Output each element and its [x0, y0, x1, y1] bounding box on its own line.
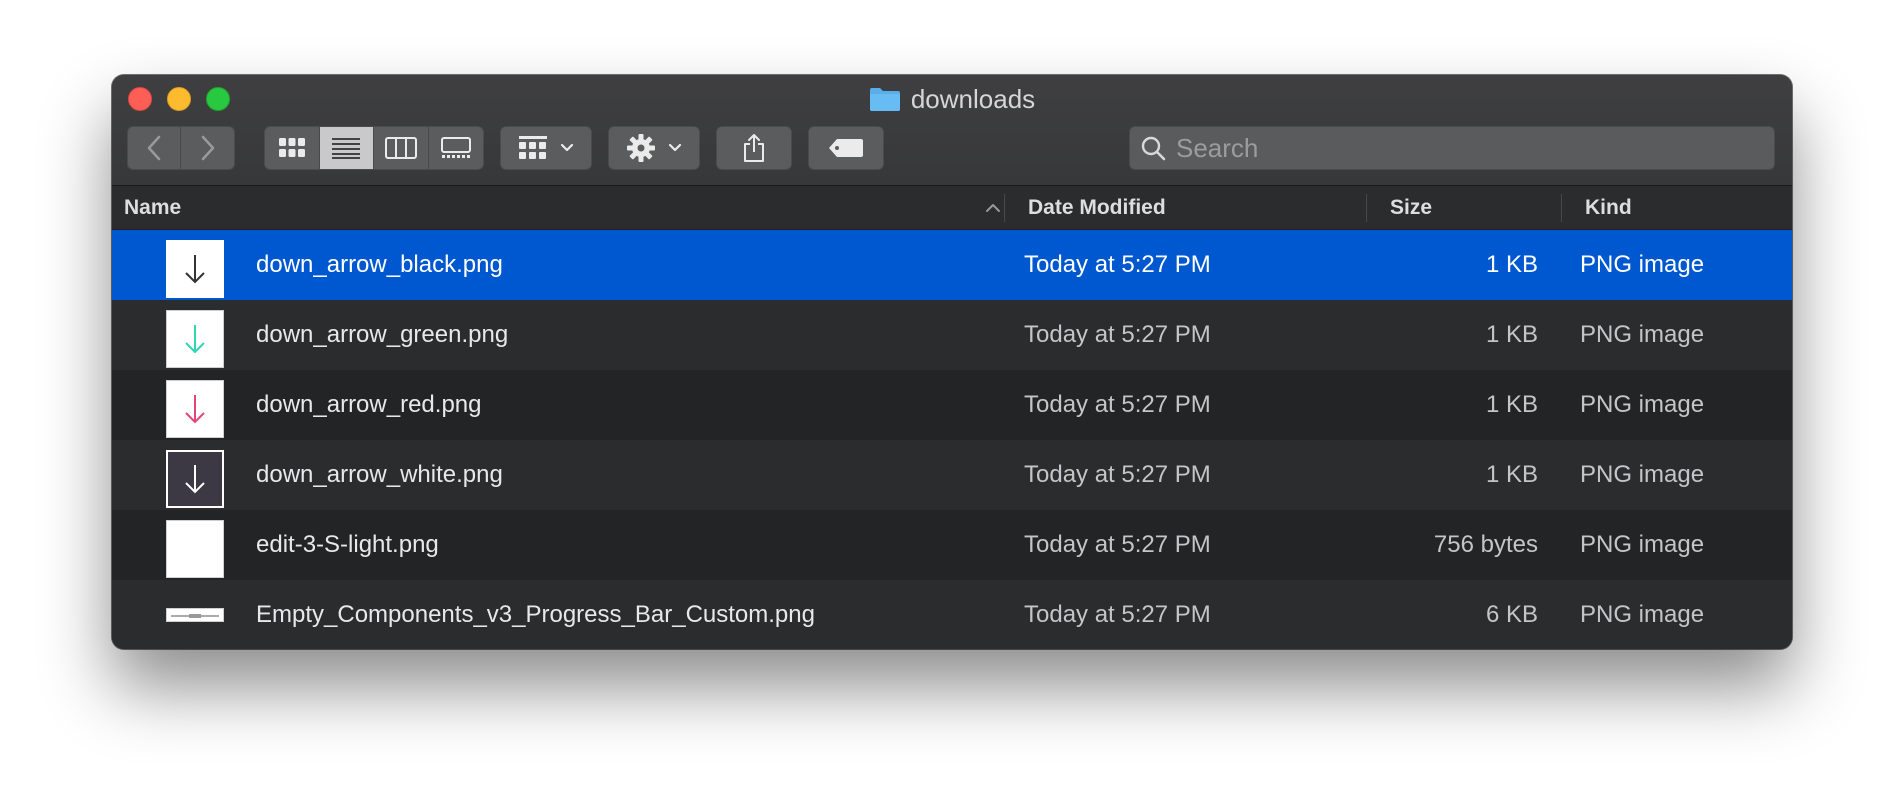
file-date: Today at 5:27 PM — [1024, 251, 1211, 278]
file-date: Today at 5:27 PM — [1024, 531, 1211, 558]
file-row[interactable]: Empty_Components_v3_Progress_Bar_Custom.… — [112, 580, 1792, 649]
file-name: down_arrow_white.png — [256, 461, 503, 488]
finder-window: downloads Search Name Date Modified Size… — [112, 75, 1792, 649]
view-mode-control — [264, 126, 484, 170]
search-input[interactable] — [1174, 131, 1774, 165]
file-size: 6 KB — [1485, 601, 1538, 628]
file-name: edit-3-S-light.png — [256, 531, 439, 558]
group-grid-icon — [519, 136, 547, 159]
file-date: Today at 5:27 PM — [1024, 461, 1211, 488]
search-icon — [1141, 136, 1166, 161]
share-icon — [744, 134, 764, 162]
file-list: down_arrow_black.png Today at 5:27 PM 1 … — [112, 230, 1792, 649]
chevron-down-icon — [560, 143, 574, 152]
column-header: Name Date Modified Size Kind — [112, 186, 1792, 230]
file-kind: PNG image — [1580, 531, 1705, 558]
title-bar: downloads — [112, 75, 1792, 186]
column-header-date[interactable]: Date Modified — [1028, 186, 1166, 229]
chevron-left-icon — [147, 135, 161, 161]
file-kind: PNG image — [1580, 601, 1705, 628]
list-lines-icon — [332, 138, 361, 159]
file-date: Today at 5:27 PM — [1024, 391, 1211, 418]
file-row[interactable]: down_arrow_green.png Today at 5:27 PM 1 … — [112, 300, 1792, 370]
column-date-label: Date Modified — [1028, 195, 1166, 219]
folder-icon — [869, 88, 900, 111]
share-button[interactable] — [716, 126, 792, 170]
blank-image-icon — [166, 520, 224, 578]
down-arrow-black-icon — [166, 240, 224, 298]
column-name-label: Name — [124, 195, 182, 219]
column-divider[interactable] — [1366, 194, 1367, 222]
icon-grid-icon — [278, 138, 305, 157]
file-kind: PNG image — [1580, 391, 1705, 418]
file-name: down_arrow_black.png — [256, 251, 503, 278]
file-name: down_arrow_red.png — [256, 391, 482, 418]
file-size: 1 KB — [1485, 461, 1538, 488]
gallery-icon — [440, 137, 471, 158]
progress-bar-image-icon — [166, 608, 224, 622]
columns-icon — [384, 137, 417, 159]
file-kind: PNG image — [1580, 461, 1705, 488]
column-size-label: Size — [1390, 195, 1433, 219]
tag-icon — [829, 139, 863, 157]
tags-button[interactable] — [808, 126, 884, 170]
down-arrow-green-icon — [166, 310, 224, 368]
gallery-view-button[interactable] — [428, 127, 483, 169]
column-header-kind[interactable]: Kind — [1585, 186, 1632, 229]
file-size: 756 bytes — [1433, 531, 1538, 558]
sort-ascending-icon — [986, 204, 1000, 212]
file-date: Today at 5:27 PM — [1024, 601, 1211, 628]
chevron-down-icon — [668, 143, 682, 152]
group-by-button[interactable] — [500, 126, 592, 170]
file-size: 1 KB — [1485, 321, 1538, 348]
column-view-button[interactable] — [374, 127, 429, 169]
column-divider[interactable] — [1004, 194, 1005, 222]
file-name: Empty_Components_v3_Progress_Bar_Custom.… — [256, 601, 815, 628]
icon-view-button[interactable] — [265, 127, 320, 169]
column-kind-label: Kind — [1585, 195, 1632, 219]
file-row[interactable]: down_arrow_black.png Today at 5:27 PM 1 … — [112, 230, 1792, 300]
chevron-right-icon — [201, 135, 214, 161]
file-kind: PNG image — [1580, 321, 1705, 348]
file-row[interactable]: down_arrow_white.png Today at 5:27 PM 1 … — [112, 440, 1792, 510]
gear-icon — [627, 134, 655, 162]
action-menu-button[interactable] — [608, 126, 700, 170]
file-size: 1 KB — [1485, 391, 1538, 418]
file-size: 1 KB — [1485, 251, 1538, 278]
file-kind: PNG image — [1580, 251, 1705, 278]
window-title-text: downloads — [910, 83, 1036, 114]
file-date: Today at 5:27 PM — [1024, 321, 1211, 348]
back-forward-control — [127, 126, 235, 170]
file-row[interactable]: down_arrow_red.png Today at 5:27 PM 1 KB… — [112, 370, 1792, 440]
file-name: down_arrow_green.png — [256, 321, 509, 348]
column-divider[interactable] — [1561, 194, 1562, 222]
window-title: downloads — [112, 84, 1792, 114]
down-arrow-white-icon — [166, 450, 224, 508]
file-row[interactable]: edit-3-S-light.png Today at 5:27 PM 756 … — [112, 510, 1792, 580]
back-button[interactable] — [128, 127, 182, 169]
column-header-name[interactable]: Name — [124, 186, 1004, 229]
column-header-size[interactable]: Size — [1390, 186, 1432, 229]
forward-button[interactable] — [181, 127, 234, 169]
down-arrow-red-icon — [166, 380, 224, 438]
search-field[interactable] — [1129, 126, 1775, 170]
list-view-button[interactable] — [319, 127, 374, 169]
